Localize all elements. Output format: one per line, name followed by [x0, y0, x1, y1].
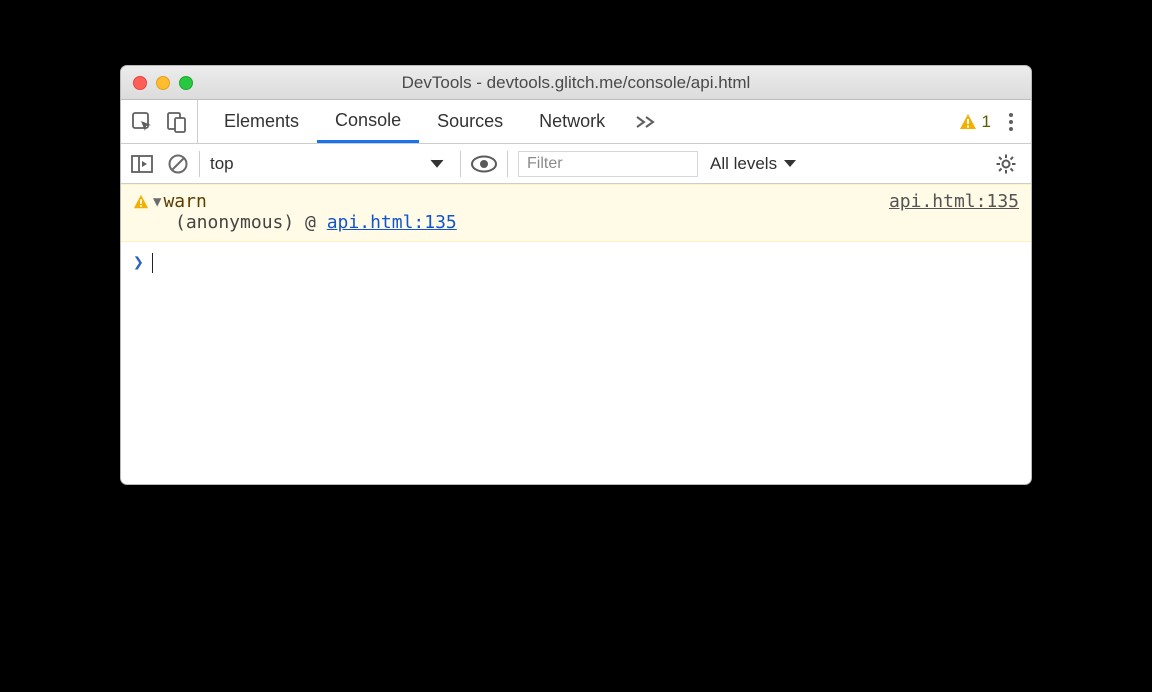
window-title: DevTools - devtools.glitch.me/console/ap… — [121, 73, 1031, 93]
filter-input[interactable] — [518, 151, 698, 177]
more-tabs-button[interactable] — [623, 100, 669, 143]
stack-prefix: (anonymous) @ — [175, 212, 327, 233]
minimize-window-button[interactable] — [156, 76, 170, 90]
tab-console[interactable]: Console — [317, 100, 419, 143]
expand-toggle-icon[interactable]: ▼ — [153, 194, 161, 210]
source-link[interactable]: api.html:135 — [889, 191, 1019, 212]
show-sidebar-icon[interactable] — [131, 154, 153, 174]
clear-console-icon[interactable] — [167, 153, 189, 175]
titlebar: DevTools - devtools.glitch.me/console/ap… — [121, 66, 1031, 100]
console-toolbar: top All levels — [121, 144, 1031, 184]
settings-menu-button[interactable] — [1005, 109, 1017, 135]
tab-sources[interactable]: Sources — [419, 100, 521, 143]
inspect-icon[interactable] — [131, 111, 153, 133]
tab-elements[interactable]: Elements — [206, 100, 317, 143]
log-levels-select[interactable]: All levels — [710, 154, 797, 174]
chevron-down-icon — [430, 159, 444, 169]
warnings-count: 1 — [982, 112, 991, 132]
devtools-window: DevTools - devtools.glitch.me/console/ap… — [120, 65, 1032, 485]
execution-context-select[interactable]: top — [210, 154, 450, 174]
stack-frame: (anonymous) @ api.html:135 — [133, 212, 1019, 233]
panel-tabs: Elements Console Sources Network — [206, 100, 669, 143]
console-output: ▼ warn api.html:135 (anonymous) @ api.ht… — [121, 184, 1031, 484]
warnings-indicator[interactable]: 1 — [959, 112, 991, 132]
tab-network[interactable]: Network — [521, 100, 623, 143]
log-message: warn — [163, 191, 206, 212]
stack-link[interactable]: api.html:135 — [327, 212, 457, 233]
traffic-lights — [133, 76, 193, 90]
panel-tabbar: Elements Console Sources Network 1 — [121, 100, 1031, 144]
console-settings-icon[interactable] — [995, 153, 1017, 175]
zoom-window-button[interactable] — [179, 76, 193, 90]
warning-icon — [133, 194, 149, 210]
console-prompt[interactable]: ❯ — [121, 242, 1031, 283]
levels-label: All levels — [710, 154, 777, 174]
chevron-down-icon — [783, 159, 797, 169]
warning-icon — [959, 113, 977, 131]
text-cursor — [152, 253, 153, 273]
console-warning-entry[interactable]: ▼ warn api.html:135 (anonymous) @ api.ht… — [121, 184, 1031, 242]
prompt-chevron-icon: ❯ — [133, 252, 144, 273]
live-expression-icon[interactable] — [471, 155, 497, 173]
device-toolbar-icon[interactable] — [167, 111, 187, 133]
context-value: top — [210, 154, 234, 174]
close-window-button[interactable] — [133, 76, 147, 90]
